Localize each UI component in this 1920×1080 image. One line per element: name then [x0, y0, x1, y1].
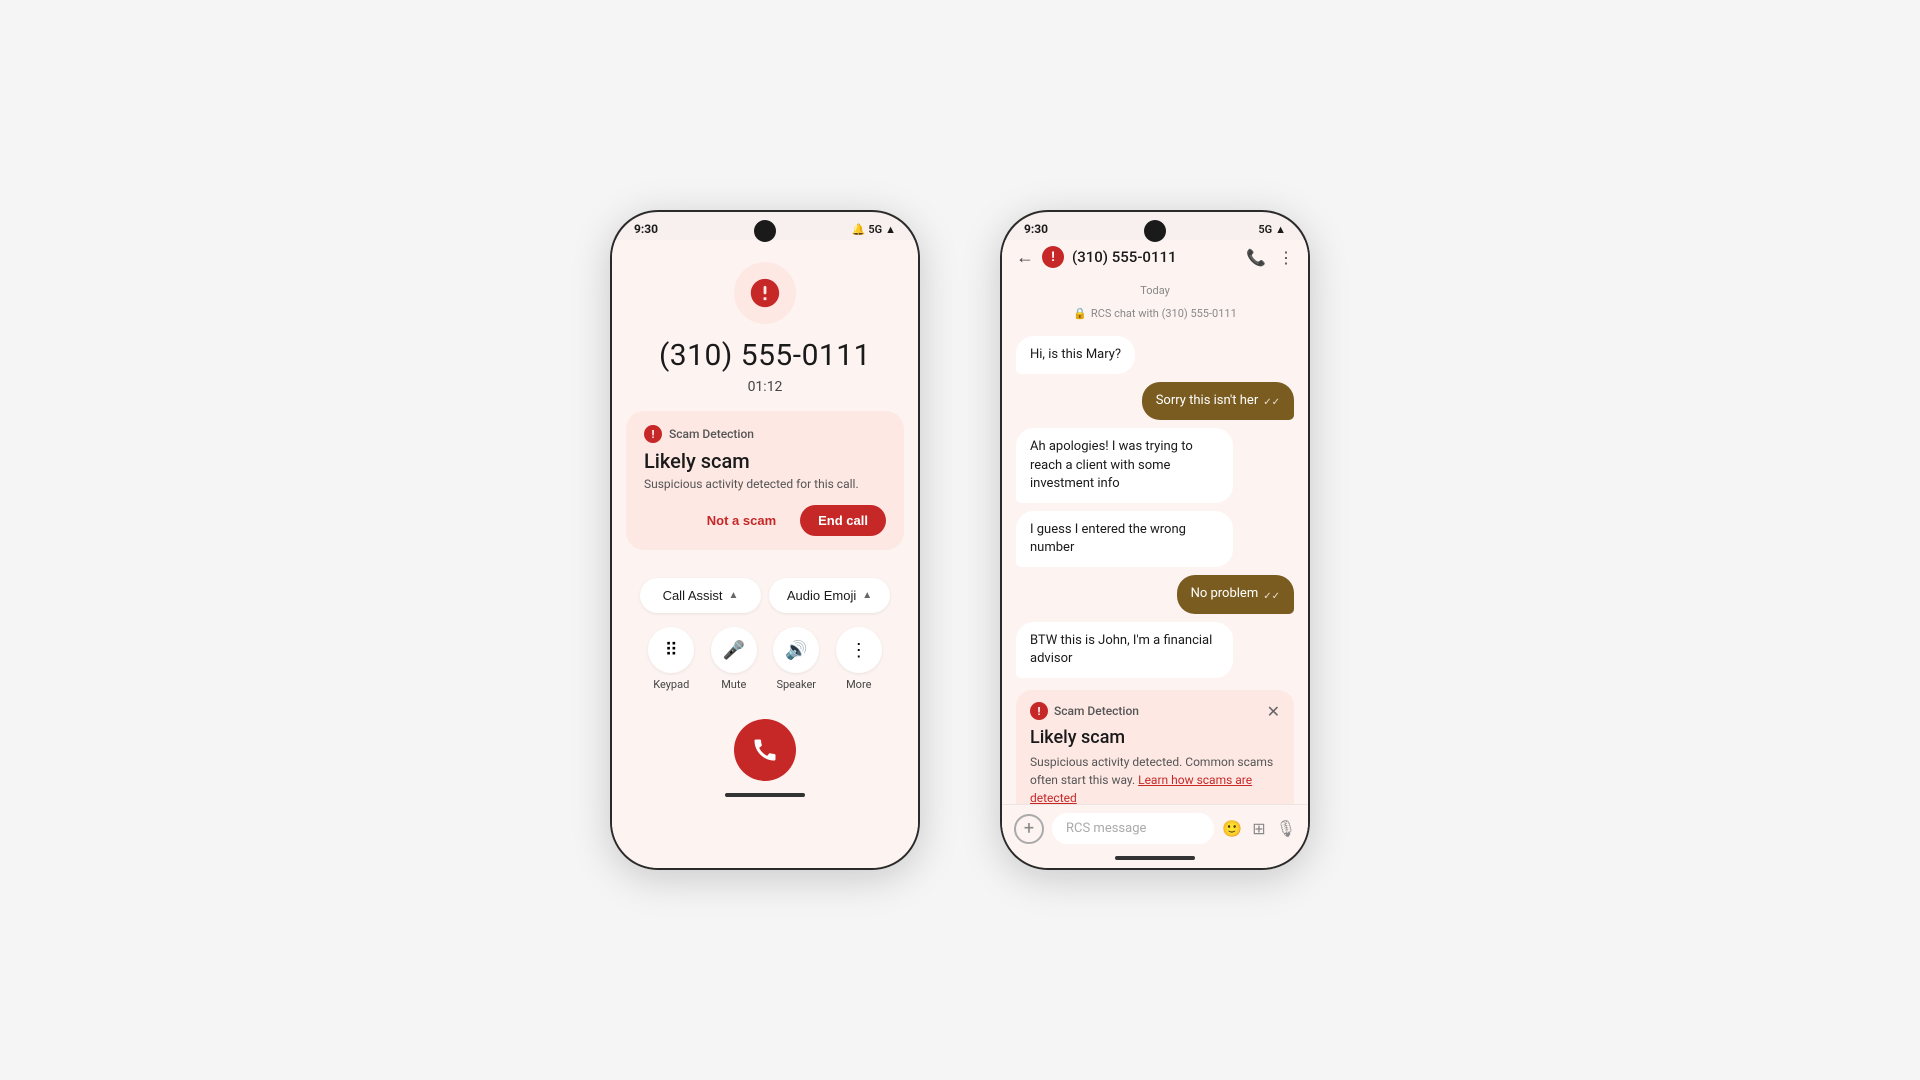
mute-control[interactable]: 🎤 Mute [711, 627, 757, 691]
message-input-bar: + RCS message 🙂 ⊞ 🎙 [1002, 804, 1308, 852]
speaker-label: Speaker [776, 678, 816, 691]
end-call-hang-button[interactable] [734, 719, 796, 781]
mute-icon: 🎤 [711, 627, 757, 673]
scam-desc-call: Suspicious activity detected for this ca… [644, 477, 886, 491]
message-placeholder: RCS message [1066, 821, 1146, 836]
more-vert-icon[interactable]: ⋮ [1278, 248, 1294, 267]
message-date: Today [1016, 284, 1294, 297]
phone-call-screen: 9:30 🔔 5G ▲ (310) 555-0111 01:12 Scam De… [610, 210, 920, 870]
call-controls-row: ⠿ Keypad 🎤 Mute 🔊 Speaker ⋮ More [640, 627, 890, 691]
message-bubble-3: Ah apologies! I was trying to reach a cl… [1016, 428, 1233, 503]
message-text-3: Ah apologies! I was trying to reach a cl… [1030, 439, 1193, 490]
phone-icon[interactable]: 📞 [1246, 248, 1266, 267]
status-icons-call: 🔔 5G ▲ [852, 223, 896, 236]
phone-hang-icon [751, 736, 779, 764]
msg-header-icons: 📞 ⋮ [1246, 248, 1294, 267]
messages-header: ← ! (310) 555-0111 📞 ⋮ [1002, 240, 1308, 276]
call-warning-icon [734, 262, 796, 324]
msg-warning-dot-icon: ! [1042, 246, 1064, 268]
messages-screen-body: ← ! (310) 555-0111 📞 ⋮ Today 🔒 RCS chat … [1002, 240, 1308, 868]
scam-title-msg: Likely scam [1030, 727, 1280, 748]
assist-row: Call Assist ▲ Audio Emoji ▲ [640, 578, 890, 613]
message-text-4: I guess I entered the wrong number [1030, 522, 1186, 555]
call-timer: 01:12 [748, 379, 783, 395]
check-icon-2: ✓✓ [1263, 590, 1280, 604]
back-button[interactable]: ← [1016, 247, 1034, 268]
message-text-2: Sorry this isn't her [1156, 392, 1259, 410]
call-assist-chevron-icon: ▲ [729, 590, 739, 601]
call-controls-panel: Call Assist ▲ Audio Emoji ▲ ⠿ Keypad 🎤 M… [626, 566, 904, 703]
lock-icon: 🔒 [1073, 307, 1087, 320]
audio-emoji-chevron-icon: ▲ [862, 590, 872, 601]
keypad-icon: ⠿ [648, 627, 694, 673]
keypad-label: Keypad [653, 678, 689, 691]
scam-detection-card-call: Scam Detection Likely scam Suspicious ac… [626, 411, 904, 550]
status-time-msg: 9:30 [1024, 222, 1048, 236]
end-call-button[interactable]: End call [800, 505, 886, 536]
scam-detection-label-msg: Scam Detection [1054, 704, 1139, 718]
message-bubble-1: Hi, is this Mary? [1016, 336, 1135, 374]
signal-label-call: 5G [868, 223, 882, 236]
signal-bars-icon-msg: ▲ [1275, 223, 1286, 236]
message-body: Today 🔒 RCS chat with (310) 555-0111 Hi,… [1002, 276, 1308, 804]
message-bubble-5: No problem ✓✓ [1177, 575, 1294, 613]
phone-messages-screen: 9:30 5G ▲ ← ! (310) 555-0111 📞 ⋮ Today 🔒… [1000, 210, 1310, 870]
scam-card-msg-left: Scam Detection [1030, 702, 1139, 720]
sticker-icon[interactable]: ⊞ [1252, 819, 1265, 838]
scam-card-msg-header: Scam Detection ✕ [1030, 702, 1280, 721]
status-time-call: 9:30 [634, 222, 658, 236]
signal-label-msg: 5G [1258, 223, 1272, 236]
msg-input-icons: 🙂 ⊞ 🎙 [1222, 819, 1296, 838]
alarm-icon: 🔔 [852, 223, 866, 236]
message-bubble-4: I guess I entered the wrong number [1016, 511, 1233, 567]
close-scam-button[interactable]: ✕ [1267, 702, 1280, 721]
audio-emoji-button[interactable]: Audio Emoji ▲ [769, 578, 890, 613]
more-label: More [846, 678, 871, 691]
scam-title-call: Likely scam [644, 449, 886, 473]
scam-desc-msg: Suspicious activity detected. Common sca… [1030, 753, 1280, 804]
scam-card-header: Scam Detection [644, 425, 886, 443]
call-assist-button[interactable]: Call Assist ▲ [640, 578, 761, 613]
more-icon: ⋮ [836, 627, 882, 673]
message-text-1: Hi, is this Mary? [1030, 347, 1121, 362]
scam-actions-call: Not a scam End call [644, 505, 886, 536]
mute-label: Mute [721, 678, 746, 691]
speaker-control[interactable]: 🔊 Speaker [773, 627, 819, 691]
home-indicator [725, 793, 805, 797]
more-control[interactable]: ⋮ More [836, 627, 882, 691]
message-bubble-2: Sorry this isn't her ✓✓ [1142, 382, 1294, 420]
scam-detection-label-call: Scam Detection [669, 427, 754, 441]
camera-pill [754, 220, 776, 242]
scam-detection-card-msg: Scam Detection ✕ Likely scam Suspicious … [1016, 690, 1294, 804]
voice-icon[interactable]: 🎙 [1276, 819, 1296, 838]
messages-phone-number: (310) 555-0111 [1072, 248, 1238, 266]
message-text-6: BTW this is John, I'm a financial adviso… [1030, 633, 1212, 666]
not-scam-button-call[interactable]: Not a scam [693, 505, 790, 536]
check-icon-1: ✓✓ [1263, 396, 1280, 410]
home-indicator-msg [1115, 856, 1195, 860]
exclamation-icon [748, 276, 782, 310]
message-input-field[interactable]: RCS message [1052, 813, 1214, 844]
call-screen-body: (310) 555-0111 01:12 Scam Detection Like… [612, 240, 918, 868]
message-bubble-6: BTW this is John, I'm a financial adviso… [1016, 622, 1233, 678]
camera-pill-msg [1144, 220, 1166, 242]
rcs-info: 🔒 RCS chat with (310) 555-0111 [1016, 307, 1294, 320]
status-bar-call: 9:30 🔔 5G ▲ [612, 212, 918, 240]
keypad-control[interactable]: ⠿ Keypad [648, 627, 694, 691]
scam-dot-icon [644, 425, 662, 443]
speaker-icon: 🔊 [773, 627, 819, 673]
emoji-icon[interactable]: 🙂 [1222, 819, 1242, 838]
status-bar-msg: 9:30 5G ▲ [1002, 212, 1308, 240]
message-text-5: No problem [1191, 585, 1259, 603]
signal-bars-icon: ▲ [885, 223, 896, 236]
status-icons-msg: 5G ▲ [1258, 223, 1286, 236]
scam-dot-msg-icon [1030, 702, 1048, 720]
call-phone-number: (310) 555-0111 [659, 338, 871, 373]
add-attachment-button[interactable]: + [1014, 814, 1044, 844]
